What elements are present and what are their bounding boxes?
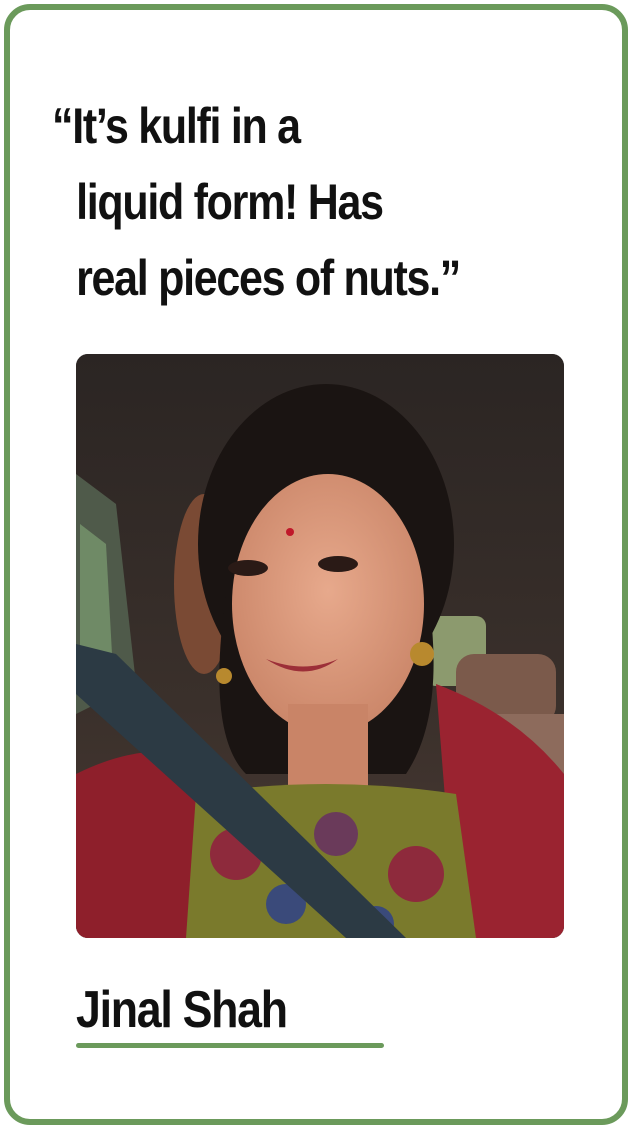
quote-line-1: “It’s kulfi in a	[52, 98, 301, 154]
author-name-underline	[76, 1043, 384, 1048]
quote-line-3: real pieces of nuts.”	[76, 250, 461, 306]
author-name: Jinal Shah	[76, 981, 288, 1039]
quote-line-2: liquid form! Has	[76, 174, 384, 230]
customer-photo	[76, 354, 564, 938]
testimonial-quote: “It’s kulfi in a liquid form! Has real p…	[52, 88, 516, 316]
